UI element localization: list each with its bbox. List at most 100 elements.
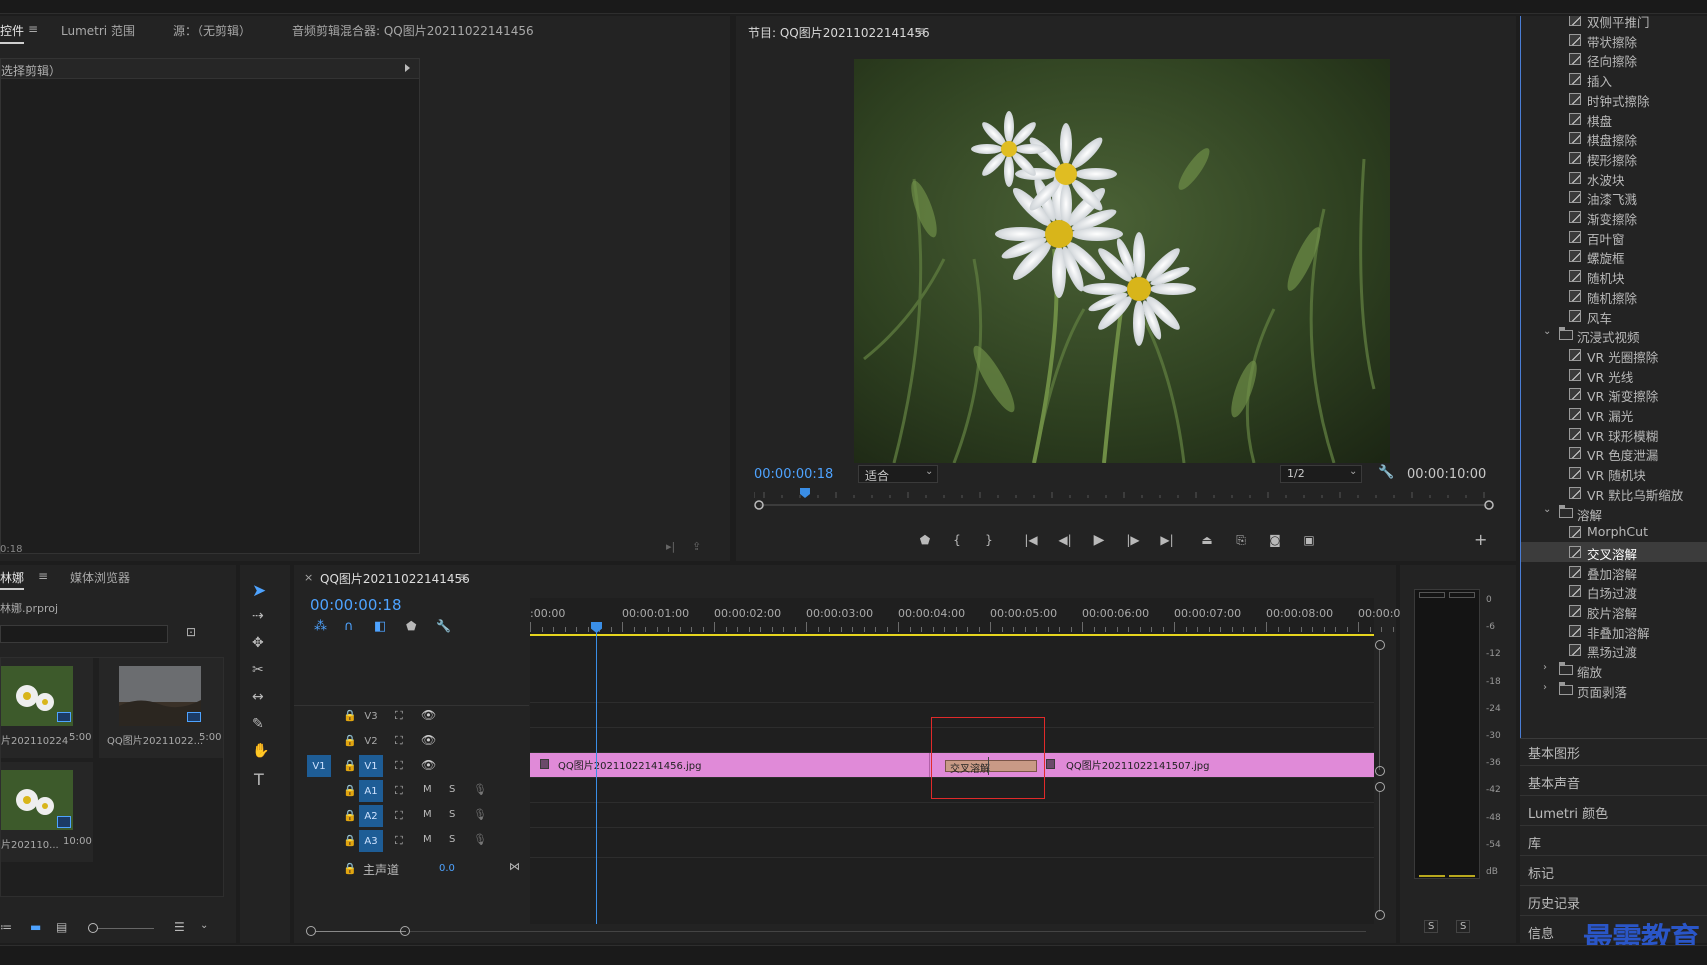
add-marker-icon[interactable]: ⬟ bbox=[916, 531, 934, 549]
project-item[interactable]: 片202110224 5:00 bbox=[1, 658, 93, 758]
effect-item[interactable]: 随机块 bbox=[1521, 266, 1707, 286]
effect-item[interactable]: VR 光线 bbox=[1521, 365, 1707, 385]
track-label[interactable]: A2 bbox=[359, 805, 383, 827]
pen-tool-icon[interactable]: ✎ bbox=[252, 716, 264, 732]
panel-history[interactable]: 历史记录 bbox=[1528, 893, 1580, 912]
snap-magnet-icon[interactable]: ∩ bbox=[344, 619, 354, 634]
solo-button[interactable]: S bbox=[449, 784, 455, 795]
clip-1[interactable]: QQ图片20211022141456.jpg bbox=[530, 753, 930, 777]
microphone-icon[interactable]: 🎙 bbox=[473, 808, 487, 821]
lock-icon[interactable]: 🔒 bbox=[343, 862, 357, 875]
go-to-out-icon[interactable]: ▶| bbox=[1158, 531, 1176, 549]
extract-icon[interactable]: ⎘ bbox=[1232, 531, 1250, 549]
new-bin-icon[interactable]: ⊡ bbox=[186, 625, 196, 639]
tab-lumetri-scopes[interactable]: Lumetri 范围 bbox=[61, 22, 135, 39]
effect-item[interactable]: 水波块 bbox=[1521, 168, 1707, 188]
track-label[interactable]: V3 bbox=[359, 705, 383, 727]
tab-menu-icon[interactable]: ≡ bbox=[28, 22, 38, 36]
effect-item[interactable]: VR 色度泄漏 bbox=[1521, 443, 1707, 463]
track-select-tool-icon[interactable]: ⇢ bbox=[252, 608, 264, 624]
sync-lock-icon[interactable]: ⛶ bbox=[395, 759, 403, 773]
effect-folder[interactable]: › 页面剥落 bbox=[1521, 680, 1707, 700]
effect-item[interactable]: 胶片溶解 bbox=[1521, 601, 1707, 621]
step-forward-icon[interactable]: |▶ bbox=[1124, 531, 1142, 549]
add-marker-icon[interactable]: ⬟ bbox=[406, 619, 416, 633]
effect-item[interactable]: VR 默比乌斯缩放 bbox=[1521, 483, 1707, 503]
effect-item[interactable]: VR 漏光 bbox=[1521, 404, 1707, 424]
work-area-bar[interactable] bbox=[530, 634, 1374, 636]
eye-icon[interactable]: 👁 bbox=[421, 708, 436, 722]
project-menu-icon[interactable]: ≡ bbox=[38, 569, 48, 583]
v-scroll-handle[interactable] bbox=[1375, 766, 1385, 776]
resolution-dropdown[interactable]: 1/2 ⌄ bbox=[1280, 465, 1362, 483]
solo-button[interactable]: S bbox=[449, 809, 455, 820]
sync-lock-icon[interactable]: ⛶ bbox=[395, 709, 403, 723]
effect-item[interactable]: 非叠加溶解 bbox=[1521, 621, 1707, 641]
expand-arrow-icon[interactable] bbox=[405, 64, 410, 72]
settings-wrench-icon[interactable]: 🔧 bbox=[1378, 465, 1394, 480]
tab-effect-controls[interactable]: 控件 bbox=[0, 22, 25, 44]
chevron-down-icon[interactable]: ⌄ bbox=[200, 920, 208, 931]
effect-item[interactable]: VR 球形模糊 bbox=[1521, 424, 1707, 444]
panel-lumetri-color[interactable]: Lumetri 颜色 bbox=[1528, 803, 1608, 822]
list-view-icon[interactable]: ≔ bbox=[0, 920, 12, 934]
track-label[interactable]: V1 bbox=[359, 755, 383, 777]
project-item[interactable]: 片202110... 10:00 bbox=[1, 762, 93, 862]
go-to-end-icon[interactable]: ⋈ bbox=[509, 860, 520, 873]
sync-lock-icon[interactable]: ⛶ bbox=[395, 734, 403, 748]
track-label[interactable]: V2 bbox=[359, 730, 383, 752]
effect-item[interactable]: 风车 bbox=[1521, 306, 1707, 326]
mark-in-icon[interactable]: { bbox=[948, 531, 966, 549]
effect-item[interactable]: 交叉溶解 bbox=[1521, 541, 1707, 562]
lock-icon[interactable]: 🔒 bbox=[343, 759, 357, 772]
slip-tool-icon[interactable]: ↔ bbox=[252, 689, 264, 705]
source-patch[interactable]: V1 bbox=[307, 755, 331, 777]
sequence-menu-icon[interactable]: ≡ bbox=[458, 570, 468, 584]
panel-libraries[interactable]: 库 bbox=[1528, 833, 1541, 852]
solo-left-button[interactable]: S bbox=[1424, 920, 1439, 933]
v-scroll-handle[interactable] bbox=[1375, 640, 1385, 650]
effect-item[interactable]: MorphCut bbox=[1521, 522, 1707, 542]
mark-out-icon[interactable]: } bbox=[980, 531, 998, 549]
effect-folder[interactable]: ⌄ 沉浸式视频 bbox=[1521, 325, 1707, 345]
play-icon[interactable]: ▶ bbox=[1090, 531, 1108, 549]
program-title[interactable]: 节目: QQ图片20211022141456 bbox=[748, 24, 930, 41]
clip-2[interactable]: QQ图片20211022141507.jpg bbox=[1036, 753, 1374, 777]
effect-item[interactable]: 随机擦除 bbox=[1521, 286, 1707, 306]
effect-item[interactable]: 叠加溶解 bbox=[1521, 562, 1707, 582]
panel-essential-graphics[interactable]: 基本图形 bbox=[1528, 743, 1580, 762]
effect-item[interactable]: 时钟式擦除 bbox=[1521, 89, 1707, 109]
panel-info[interactable]: 信息 bbox=[1528, 923, 1554, 942]
razor-tool-icon[interactable]: ✂ bbox=[252, 662, 264, 678]
comparison-view-icon[interactable]: ▣ bbox=[1300, 531, 1318, 549]
sync-lock-icon[interactable]: ⛶ bbox=[395, 809, 403, 823]
panel-markers[interactable]: 标记 bbox=[1528, 863, 1554, 882]
tab-project[interactable]: 林娜 bbox=[0, 569, 25, 590]
freeform-view-icon[interactable]: ▤ bbox=[56, 920, 67, 934]
go-to-in-icon[interactable]: |◀ bbox=[1022, 531, 1040, 549]
effect-item[interactable]: 径向擦除 bbox=[1521, 49, 1707, 69]
export-frame-icon[interactable]: ▸| bbox=[666, 540, 675, 553]
program-scrubber[interactable] bbox=[753, 486, 1494, 512]
sync-lock-icon[interactable]: ⛶ bbox=[395, 834, 403, 848]
close-tab-icon[interactable]: × bbox=[304, 571, 313, 584]
effect-item[interactable]: VR 随机块 bbox=[1521, 463, 1707, 483]
effect-item[interactable]: VR 渐变擦除 bbox=[1521, 384, 1707, 404]
tab-source[interactable]: 源：（无剪辑） bbox=[173, 22, 251, 39]
add-button-icon[interactable]: + bbox=[1474, 530, 1487, 549]
effect-item[interactable]: 白场过渡 bbox=[1521, 581, 1707, 601]
lock-icon[interactable]: 🔒 bbox=[343, 834, 357, 847]
nest-icon[interactable]: ⁂ bbox=[314, 619, 327, 634]
share-icon[interactable]: ⇪ bbox=[692, 540, 701, 553]
mute-button[interactable]: M bbox=[423, 784, 432, 795]
timeline-timecode[interactable]: 00:00:00:18 bbox=[310, 596, 402, 614]
master-volume-value[interactable]: 0.0 bbox=[439, 863, 455, 874]
program-current-timecode[interactable]: 00:00:00:18 bbox=[754, 467, 833, 482]
icon-view-icon[interactable]: ▬ bbox=[30, 920, 41, 934]
effect-item[interactable]: 带状擦除 bbox=[1521, 30, 1707, 50]
solo-button[interactable]: S bbox=[449, 834, 455, 845]
ripple-edit-tool-icon[interactable]: ✥ bbox=[252, 635, 264, 651]
effect-item[interactable]: 棋盘 bbox=[1521, 109, 1707, 129]
effect-item[interactable]: VR 光圈擦除 bbox=[1521, 345, 1707, 365]
effect-item[interactable]: 双侧平推门 bbox=[1521, 16, 1707, 30]
